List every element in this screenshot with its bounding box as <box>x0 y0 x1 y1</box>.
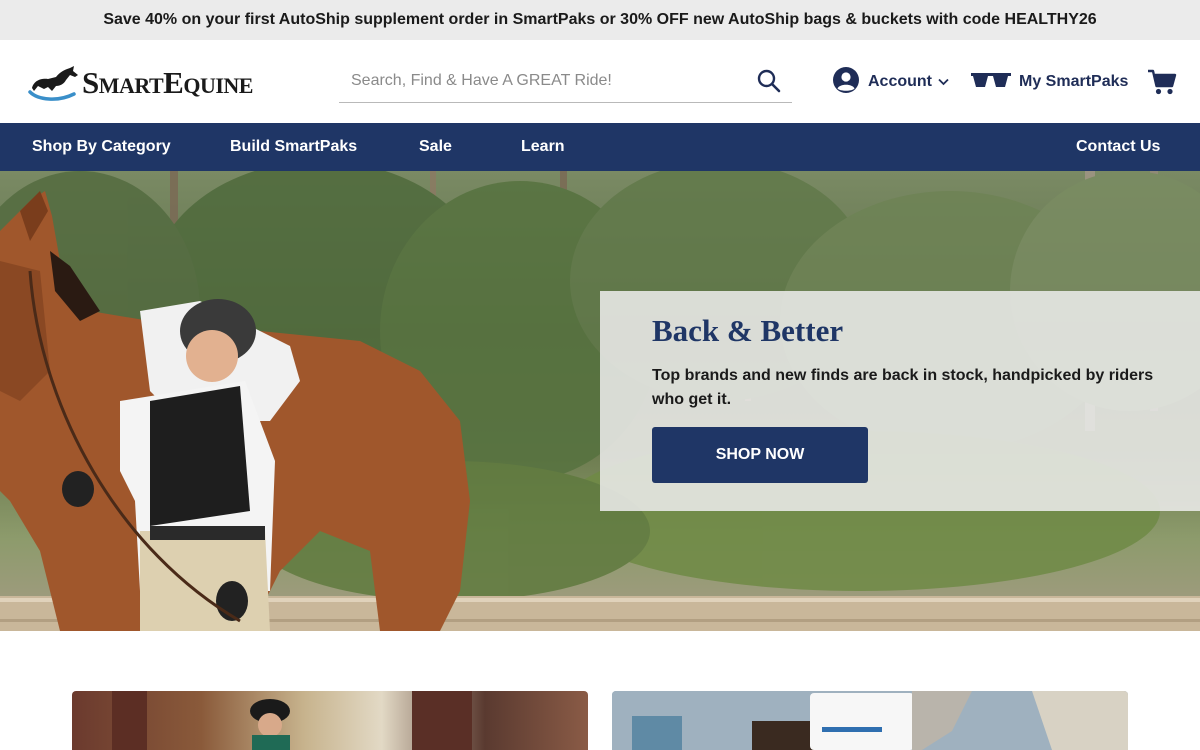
main-nav: Shop By Category Build SmartPaks Sale Le… <box>0 123 1200 171</box>
nav-contact-us[interactable]: Contact Us <box>1076 123 1160 171</box>
hero-banner: Back & Better Top brands and new finds a… <box>0 171 1200 631</box>
chevron-down-icon <box>938 73 949 91</box>
my-smartpaks-link[interactable]: My SmartPaks <box>971 67 1128 97</box>
tile-image <box>612 691 1128 750</box>
account-menu[interactable]: Account <box>832 66 949 99</box>
horse-logo-icon <box>24 64 80 102</box>
site-logo[interactable]: SmartEquine <box>24 64 253 102</box>
nav-build-smartpaks[interactable]: Build SmartPaks <box>230 123 357 171</box>
smartpak-cups-icon <box>971 71 1011 94</box>
nav-sale[interactable]: Sale <box>419 123 452 171</box>
shop-now-button[interactable]: SHOP NOW <box>652 427 868 483</box>
cart-icon[interactable] <box>1147 67 1177 97</box>
promo-text[interactable]: Save 40% on your first AutoShip suppleme… <box>103 11 1096 29</box>
promo-bar[interactable]: Save 40% on your first AutoShip suppleme… <box>0 0 1200 40</box>
search-bar <box>339 62 792 103</box>
category-tile[interactable] <box>612 691 1128 750</box>
my-smartpaks-label: My SmartPaks <box>1019 73 1129 90</box>
search-input[interactable] <box>339 62 739 100</box>
user-circle-icon <box>832 66 860 99</box>
account-label: Account <box>868 73 932 90</box>
tile-image <box>112 691 472 750</box>
hero-description: Top brands and new finds are back in sto… <box>652 367 1154 408</box>
nav-learn[interactable]: Learn <box>521 123 565 171</box>
logo-text: SmartEquine <box>82 65 253 100</box>
site-header: SmartEquine Account <box>0 40 1200 123</box>
hero-title: Back & Better <box>652 313 844 348</box>
hero-promo-panel: Back & Better Top brands and new finds a… <box>600 291 1200 511</box>
category-tile[interactable] <box>72 691 588 750</box>
search-icon[interactable] <box>756 68 782 94</box>
nav-shop-by-category[interactable]: Shop By Category <box>32 123 171 171</box>
